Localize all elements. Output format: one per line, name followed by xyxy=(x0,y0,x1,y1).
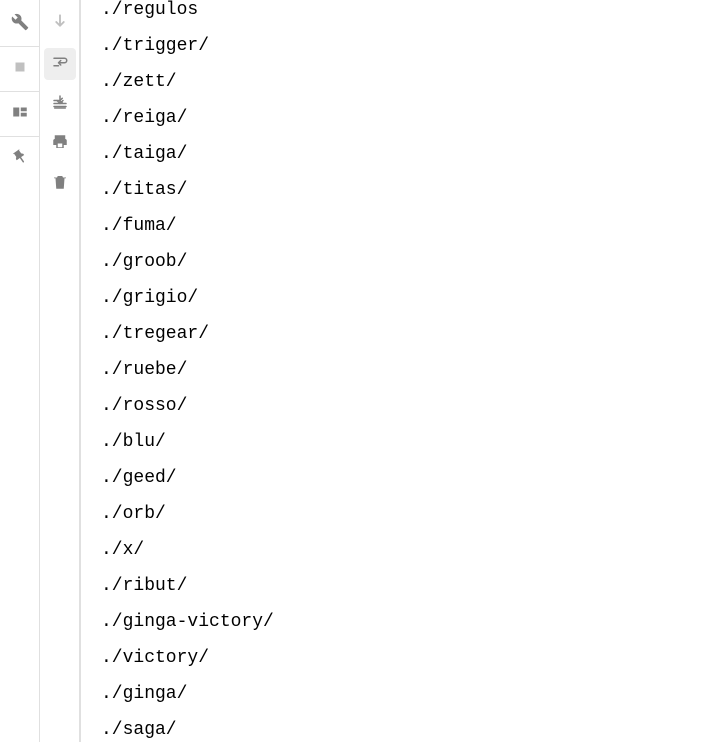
scroll-to-end-icon xyxy=(51,93,69,116)
divider xyxy=(0,136,39,137)
output-line: ./zett/ xyxy=(101,64,708,100)
print-icon xyxy=(51,133,69,156)
output-line: ./groob/ xyxy=(101,244,708,280)
output-line: ./ginga/ xyxy=(101,676,708,712)
output-line: ./ribut/ xyxy=(101,568,708,604)
pin-icon xyxy=(11,148,29,171)
pin-button[interactable] xyxy=(4,143,36,175)
output-line: ./rosso/ xyxy=(101,388,708,424)
output-line: ./regulos xyxy=(101,0,708,28)
output-line: ./titas/ xyxy=(101,172,708,208)
trash-icon xyxy=(51,173,69,196)
output-line: ./saga/ xyxy=(101,712,708,742)
toolbar-secondary xyxy=(40,0,80,742)
wrench-icon xyxy=(11,13,29,36)
arrow-down-button[interactable] xyxy=(44,8,76,40)
soft-wrap-button[interactable] xyxy=(44,48,76,80)
stop-button[interactable] xyxy=(4,53,36,85)
wrench-button[interactable] xyxy=(4,8,36,40)
output-line: ./victory/ xyxy=(101,640,708,676)
output-line: ./reiga/ xyxy=(101,100,708,136)
output-line: ./ginga-victory/ xyxy=(101,604,708,640)
app-root: ./regulos./trigger/./zett/./reiga/./taig… xyxy=(0,0,708,742)
output-line: ./trigger/ xyxy=(101,28,708,64)
output-line: ./ruebe/ xyxy=(101,352,708,388)
toolbar-primary xyxy=(0,0,40,742)
output-panel: ./regulos./trigger/./zett/./reiga/./taig… xyxy=(80,0,708,742)
output-line: ./geed/ xyxy=(101,460,708,496)
output-line: ./taiga/ xyxy=(101,136,708,172)
terminal-output[interactable]: ./regulos./trigger/./zett/./reiga/./taig… xyxy=(101,0,708,742)
output-line: ./blu/ xyxy=(101,424,708,460)
output-line: ./fuma/ xyxy=(101,208,708,244)
output-line: ./x/ xyxy=(101,532,708,568)
layout-button[interactable] xyxy=(4,98,36,130)
output-line: ./orb/ xyxy=(101,496,708,532)
output-line: ./grigio/ xyxy=(101,280,708,316)
layout-icon xyxy=(11,103,29,126)
divider xyxy=(0,46,39,47)
scroll-to-end-button[interactable] xyxy=(44,88,76,120)
stop-icon xyxy=(11,58,29,81)
output-line: ./tregear/ xyxy=(101,316,708,352)
arrow-down-icon xyxy=(51,13,69,36)
wrap-icon xyxy=(51,53,69,76)
trash-button[interactable] xyxy=(44,168,76,200)
divider xyxy=(0,91,39,92)
print-button[interactable] xyxy=(44,128,76,160)
